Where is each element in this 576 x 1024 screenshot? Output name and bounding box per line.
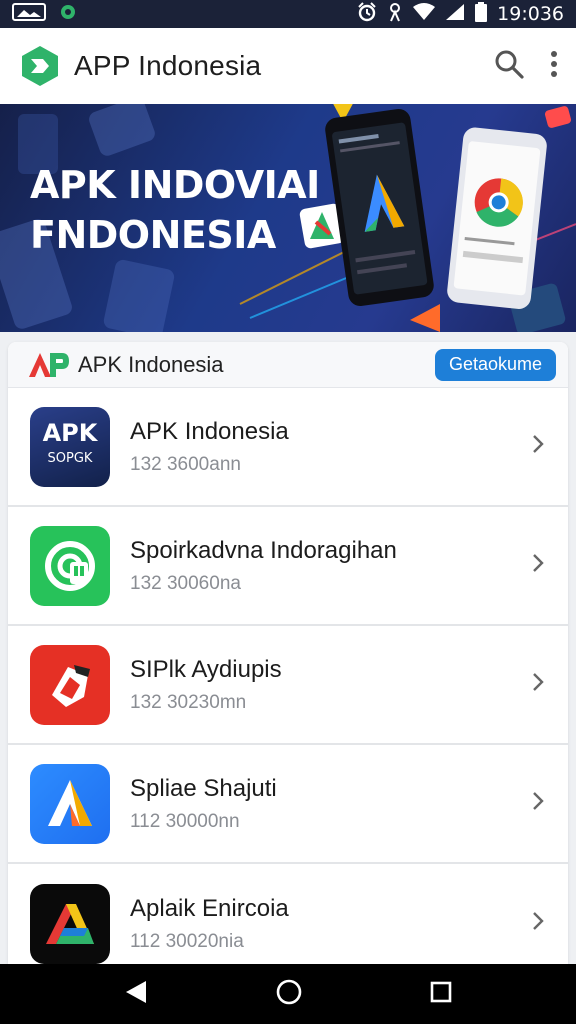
app-name: Spliae Shajuti [130, 774, 277, 802]
app-logo-icon [18, 44, 62, 88]
banner-line-2: FNDONESIA [30, 213, 276, 257]
app-meta: 112 30020nia [130, 930, 244, 952]
blue-arrow-app-icon [30, 763, 110, 844]
battery-icon [475, 1, 488, 27]
chevron-right-icon [530, 551, 546, 580]
alarm-icon [357, 1, 377, 27]
chevron-right-icon [530, 909, 546, 938]
apk-brand-icon [28, 351, 70, 379]
red-app-icon [30, 644, 110, 725]
signal-icon [445, 3, 465, 26]
home-icon[interactable] [275, 978, 303, 1011]
system-nav-bar [0, 964, 576, 1024]
multicolor-a-app-icon [30, 883, 110, 964]
list-item[interactable]: Spliae Shajuti 112 30000nn [8, 745, 568, 864]
list-item[interactable]: Aplaik Enircoia 112 30020nia [8, 864, 568, 964]
vibrate-icon [387, 2, 403, 27]
gallery-icon [12, 2, 46, 26]
app-meta: 132 3600ann [130, 453, 241, 475]
app-meta: 112 30000nn [130, 810, 240, 832]
app-bar: APP Indonesia [0, 28, 576, 104]
list-item[interactable]: APK SOPGK APK Indonesia 132 3600ann [8, 388, 568, 507]
section-header: APK Indonesia Getaokume [8, 342, 568, 388]
banner-line-1: APK INDOVIAI [30, 163, 320, 207]
app-icon-text-top: APK [42, 418, 98, 447]
status-bar: 19:036 [0, 0, 576, 28]
recents-icon[interactable] [430, 981, 452, 1008]
list-item[interactable]: Spoirkadvna Indoragihan 132 30060na [8, 507, 568, 626]
app-name: Aplaik Enircoia [130, 894, 289, 922]
app-name: SIPlk Aydiupis [130, 655, 282, 683]
section-title: APK Indonesia [78, 351, 224, 377]
back-icon[interactable] [124, 979, 148, 1010]
header-action-button[interactable]: Getaokume [434, 348, 556, 381]
app-icon-text-bottom: SOPGK [47, 450, 93, 466]
promo-banner[interactable]: APK INDOVIAI FNDONESIA [0, 104, 576, 332]
banner-headline: APK INDOVIAI FNDONESIA [30, 160, 320, 260]
chevron-right-icon [530, 432, 546, 461]
green-chat-app-icon [30, 525, 110, 606]
wifi-icon [413, 2, 436, 26]
app-list-card: APK Indonesia Getaokume APK SOPGK APK In… [8, 342, 568, 964]
clock-text: 19:036 [497, 3, 564, 25]
app-title: APP Indonesia [74, 50, 262, 81]
app-name: Spoirkadvna Indoragihan [130, 536, 397, 564]
search-icon[interactable] [494, 49, 524, 84]
list-item[interactable]: SIPlk Aydiupis 132 30230mn [8, 626, 568, 745]
app-meta: 132 30230mn [130, 691, 247, 713]
chevron-right-icon [530, 670, 546, 699]
notification-dot-icon [60, 4, 76, 25]
app-name: APK Indonesia [130, 417, 289, 445]
apk-indonesia-app-icon: APK SOPGK [30, 406, 110, 487]
chevron-right-icon [530, 789, 546, 818]
app-meta: 132 30060na [130, 572, 241, 594]
more-vert-icon[interactable] [550, 50, 558, 82]
